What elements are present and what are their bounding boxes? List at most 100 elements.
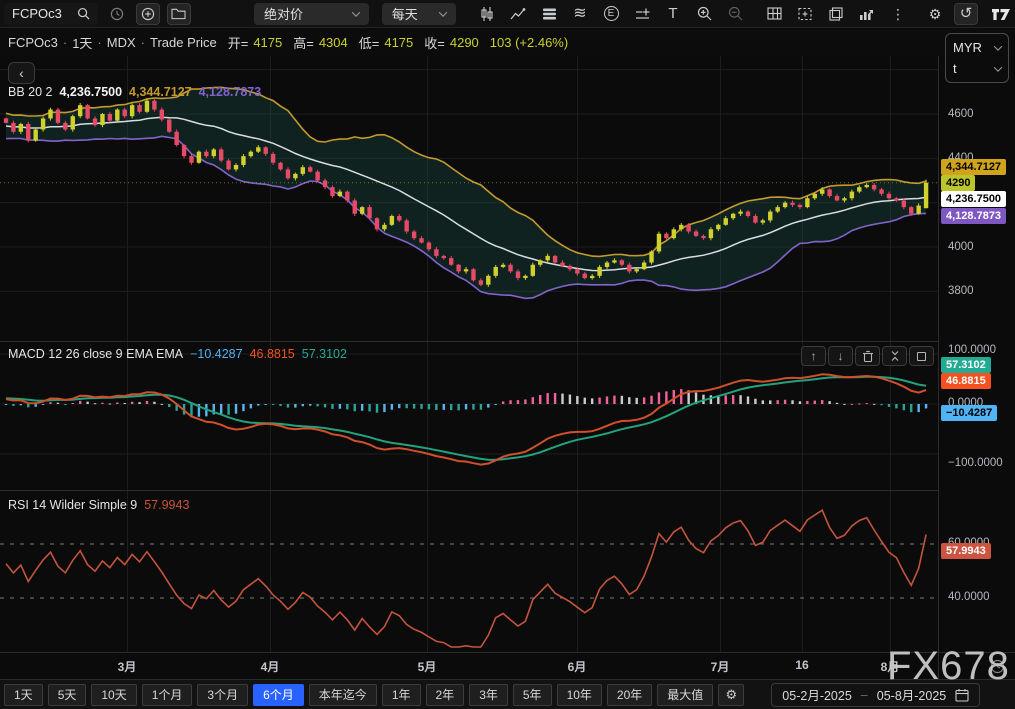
macd-indicator-legend[interactable]: MACD 12 26 close 9 EMA EMA −10.4287 46.8… xyxy=(8,347,347,361)
settings-gear-icon[interactable]: ⚙ xyxy=(923,3,947,25)
range-button-2年[interactable]: 2年 xyxy=(426,684,465,706)
range-button-5年[interactable]: 5年 xyxy=(513,684,552,706)
axis-tick-label: 40.0000 xyxy=(948,591,990,603)
range-button-3个月[interactable]: 3个月 xyxy=(197,684,248,706)
date-range-picker[interactable]: 05-2月-2025 – 05-8月-2025 xyxy=(771,683,980,707)
bb-indicator-legend[interactable]: BB 20 2 4,236.7500 4,344.7127 4,128.7873 xyxy=(8,85,261,99)
price-scale-column[interactable]: 4600440040003800100.00000.0000−100.00006… xyxy=(938,56,1015,679)
indicators-icon[interactable] xyxy=(506,3,530,25)
collapse-pane-button[interactable] xyxy=(882,346,907,366)
range-button-20年[interactable]: 20年 xyxy=(607,684,652,706)
legend-interval[interactable]: 1天 xyxy=(72,33,92,52)
chevron-down-icon xyxy=(994,63,1002,71)
range-button-1个月[interactable]: 1个月 xyxy=(142,684,193,706)
price-mode-dropdown[interactable]: 绝对价 xyxy=(254,3,369,25)
chart-area: ‹ BB 20 2 4,236.7500 4,344.7127 4,128.78… xyxy=(0,56,1015,679)
undo-reset-icon[interactable]: ↺ xyxy=(954,3,978,25)
rsi-title: RSI 14 Wilder Simple 9 xyxy=(8,498,137,512)
move-pane-up-button[interactable]: ↑ xyxy=(801,346,826,366)
axis-price-badge: −10.4287 xyxy=(941,405,997,421)
chart-type-icon[interactable] xyxy=(475,3,499,25)
range-button-5天[interactable]: 5天 xyxy=(48,684,87,706)
axis-price-badge: 57.9943 xyxy=(941,543,991,559)
tradingview-logo[interactable] xyxy=(991,5,1011,23)
unit-selector[interactable]: t xyxy=(953,61,1001,76)
range-button-3年[interactable]: 3年 xyxy=(469,684,508,706)
axis-tick-label: 100.0000 xyxy=(948,344,996,356)
delete-pane-button[interactable] xyxy=(855,346,880,366)
bb-title: BB 20 2 xyxy=(8,85,52,99)
symbol-legend-row: FCPOc3 · 1天 · MDX · Trade Price 开=4175 高… xyxy=(0,28,568,56)
chevron-down-icon xyxy=(439,8,447,16)
rsi-pane[interactable]: RSI 14 Wilder Simple 9 57.9943 xyxy=(0,490,938,652)
axis-price-badge: 4,236.7500 xyxy=(941,191,1006,207)
time-axis-clock-icon[interactable] xyxy=(990,659,1005,674)
axis-tick-label: 3800 xyxy=(948,285,974,297)
select-region-icon[interactable] xyxy=(793,3,817,25)
close-value: 4290 xyxy=(450,35,479,50)
legend-series-type: Trade Price xyxy=(150,35,217,50)
time-axis-corner[interactable] xyxy=(939,652,1015,679)
axis-price-badge: 4,128.7873 xyxy=(941,208,1006,224)
currency-unit-box: MYR t xyxy=(945,33,1009,83)
folder-icon[interactable] xyxy=(167,3,191,25)
chevron-down-icon xyxy=(351,8,359,16)
add-symbol-icon[interactable] xyxy=(136,3,160,25)
symbol-search-field[interactable]: FCPOc3 xyxy=(4,3,98,25)
price-chart-pane[interactable]: ‹ BB 20 2 4,236.7500 4,344.7127 4,128.78… xyxy=(0,56,938,341)
back-button[interactable]: ‹ xyxy=(8,62,35,84)
axis-price-badge: 46.8815 xyxy=(941,373,991,389)
bb-upper-value: 4,344.7127 xyxy=(129,85,192,99)
unit-value: t xyxy=(953,61,957,76)
range-button-10天[interactable]: 10天 xyxy=(91,684,136,706)
axis-price-badge: 4290 xyxy=(941,175,975,191)
time-axis-label: 5月 xyxy=(418,658,437,675)
pane-separator[interactable] xyxy=(0,488,938,492)
range-button-最大值[interactable]: 最大值 xyxy=(657,684,713,706)
rsi-indicator-legend[interactable]: RSI 14 Wilder Simple 9 57.9943 xyxy=(8,498,189,512)
bar-chart-export-icon[interactable] xyxy=(855,3,879,25)
chevron-down-icon xyxy=(994,42,1002,50)
economy-circle-e-icon[interactable]: E xyxy=(599,3,623,25)
legend-symbol[interactable]: FCPOc3 xyxy=(8,35,58,50)
range-button-本年迄今[interactable]: 本年迄今 xyxy=(309,684,377,706)
interval-dropdown[interactable]: 每天 xyxy=(382,3,456,25)
bb-lower-value: 4,128.7873 xyxy=(199,85,262,99)
move-pane-down-button[interactable]: ↓ xyxy=(828,346,853,366)
currency-selector[interactable]: MYR xyxy=(953,40,1001,55)
zoom-in-icon[interactable] xyxy=(692,3,716,25)
top-toolbar: FCPOc3 绝对价 每天 ≋ E xyxy=(0,0,1015,28)
calendar-icon xyxy=(955,688,969,702)
macd-hist-value: −10.4287 xyxy=(190,347,242,361)
time-axis[interactable]: 3月4月5月6月7月168月 xyxy=(0,652,938,679)
axis-tick-label: 4000 xyxy=(948,241,974,253)
bottom-toolbar: 1天5天10天1个月3个月6个月本年迄今1年2年3年5年10年20年最大值 ⚙ … xyxy=(0,679,1015,709)
time-axis-label: 7月 xyxy=(711,658,730,675)
time-axis-label: 4月 xyxy=(261,658,280,675)
more-options-kebab-icon[interactable]: ⋮ xyxy=(886,3,910,25)
macd-title: MACD 12 26 close 9 EMA EMA xyxy=(8,347,183,361)
time-axis-label: 6月 xyxy=(568,658,587,675)
time-axis-label: 8月 xyxy=(881,658,900,675)
time-axis-label: 3月 xyxy=(118,658,137,675)
macd-pane[interactable]: MACD 12 26 close 9 EMA EMA −10.4287 46.8… xyxy=(0,341,938,490)
range-button-10年[interactable]: 10年 xyxy=(557,684,602,706)
text-tool-icon[interactable]: T xyxy=(661,3,685,25)
layout-templates-icon[interactable] xyxy=(537,3,561,25)
range-button-1年[interactable]: 1年 xyxy=(382,684,421,706)
range-settings-gear-icon[interactable]: ⚙ xyxy=(718,684,744,706)
axis-price-badge: 4,344.7127 xyxy=(941,159,1006,175)
range-buttons: 1天5天10天 1个月3个月6个月本年迄今1年2年3年5年10年20年最大值 xyxy=(4,684,713,706)
data-table-icon[interactable] xyxy=(762,3,786,25)
copy-layers-icon[interactable] xyxy=(824,3,848,25)
waves-compare-icon[interactable]: ≋ xyxy=(568,3,592,25)
range-button-1天[interactable]: 1天 xyxy=(4,684,43,706)
add-compare-icon[interactable] xyxy=(630,3,654,25)
pane-separator[interactable] xyxy=(0,339,938,343)
pane-controls: ↑ ↓ xyxy=(801,346,934,366)
zoom-out-icon[interactable] xyxy=(723,3,747,25)
legend-exchange: MDX xyxy=(107,35,136,50)
range-button-6个月[interactable]: 6个月 xyxy=(253,684,304,706)
clock-history-icon[interactable] xyxy=(105,3,129,25)
maximize-pane-button[interactable] xyxy=(909,346,934,366)
